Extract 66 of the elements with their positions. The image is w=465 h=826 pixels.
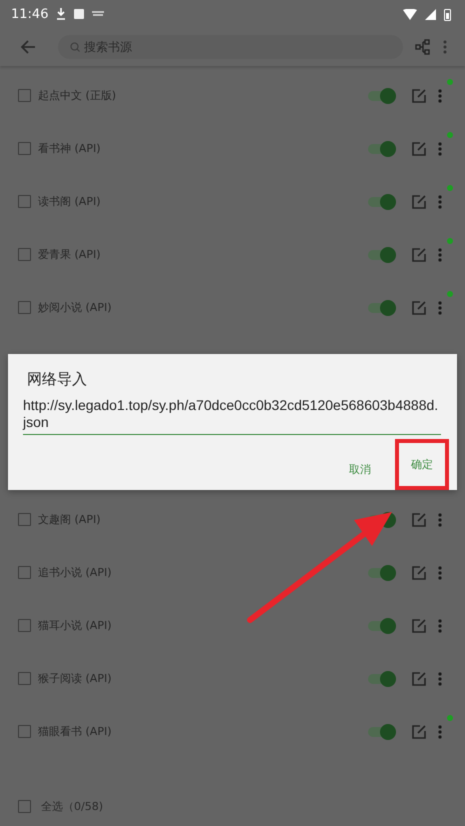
url-input-field[interactable]: http://sy.legado1.top/sy.ph/a70dce0cc0b32cd5120e568603b4888d.json	[23, 397, 441, 435]
checkbox[interactable]	[18, 672, 31, 685]
source-name: 文趣阁 (API)	[38, 512, 100, 527]
toggle-switch[interactable]	[368, 568, 394, 578]
status-time: 11:46	[11, 6, 48, 22]
toggle-switch[interactable]	[368, 620, 394, 630]
checkbox[interactable]	[18, 800, 31, 812]
edit-icon[interactable]	[412, 248, 426, 262]
group-icon[interactable]	[415, 39, 431, 55]
more-icon[interactable]	[438, 512, 442, 526]
edit-icon[interactable]	[412, 300, 426, 314]
more-icon[interactable]	[438, 672, 442, 686]
more-icon[interactable]	[443, 40, 447, 54]
back-icon[interactable]	[20, 40, 36, 54]
edit-icon[interactable]	[412, 672, 426, 686]
edit-icon[interactable]	[412, 88, 426, 102]
battery-icon	[444, 8, 451, 20]
source-name: 起点中文 (正版)	[38, 88, 116, 103]
more-icon[interactable]	[438, 724, 442, 738]
source-name: 妙阅小说 (API)	[38, 300, 112, 315]
more-icon[interactable]	[438, 194, 442, 208]
dialog-button[interactable]: 确定	[395, 439, 449, 490]
checkbox[interactable]	[18, 513, 31, 526]
edit-icon[interactable]	[412, 566, 426, 580]
toggle-switch[interactable]	[368, 726, 394, 736]
checkbox[interactable]	[18, 566, 31, 579]
toggle-switch[interactable]	[368, 302, 394, 312]
source-name: 猫耳小说 (API)	[38, 618, 112, 633]
more-icon[interactable]	[438, 300, 442, 314]
edit-icon[interactable]	[412, 194, 426, 208]
edit-icon[interactable]	[412, 724, 426, 738]
source-name: 看书神 (API)	[38, 141, 100, 156]
notification-icon	[92, 10, 104, 18]
more-icon[interactable]	[438, 248, 442, 262]
source-name: 追书小说 (API)	[38, 565, 112, 580]
more-icon[interactable]	[438, 88, 442, 102]
edit-icon[interactable]	[412, 512, 426, 526]
source-name: 猴子阅读 (API)	[38, 671, 112, 686]
toggle-switch[interactable]	[368, 90, 394, 100]
source-name: 爱青果 (API)	[38, 247, 100, 262]
edit-icon[interactable]	[412, 142, 426, 156]
search-icon	[70, 42, 80, 52]
select-all-label: 全选（0/58)	[41, 798, 103, 814]
more-icon[interactable]	[438, 566, 442, 580]
notification-icon	[74, 9, 84, 19]
more-icon[interactable]	[438, 618, 442, 632]
checkbox[interactable]	[18, 619, 31, 632]
toggle-switch[interactable]	[368, 144, 394, 154]
source-name: 猫眼看书 (API)	[38, 724, 112, 739]
checkbox[interactable]	[18, 142, 31, 155]
edit-icon[interactable]	[412, 618, 426, 632]
checkbox[interactable]	[18, 301, 31, 314]
checkbox[interactable]	[18, 248, 31, 261]
more-icon[interactable]	[438, 142, 442, 156]
checkbox[interactable]	[18, 195, 31, 208]
checkbox[interactable]	[18, 89, 31, 102]
signal-icon	[425, 8, 436, 20]
dialog-button[interactable]: 取消	[339, 449, 381, 490]
toggle-switch[interactable]	[368, 250, 394, 260]
toggle-switch[interactable]	[368, 196, 394, 206]
checkbox[interactable]	[18, 725, 31, 738]
download-icon	[56, 8, 66, 20]
toggle-switch[interactable]	[368, 674, 394, 684]
source-name: 读书阁 (API)	[38, 194, 100, 209]
dialog-title: 网络导入	[27, 370, 88, 389]
wifi-icon	[403, 8, 417, 20]
